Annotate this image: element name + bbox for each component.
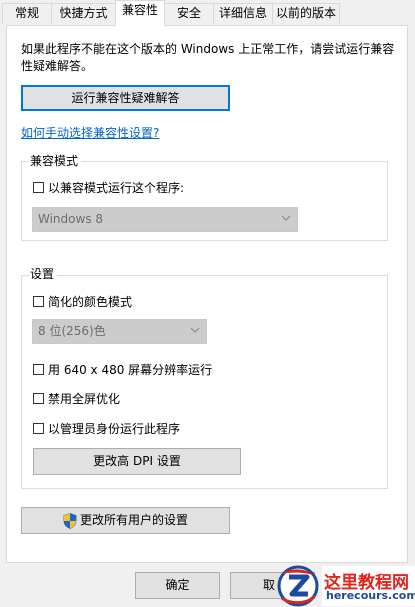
change-dpi-button[interactable]: 更改高 DPI 设置 [33, 448, 241, 475]
compat-mode-select[interactable]: Windows 8 [32, 207, 298, 232]
tab-general[interactable]: 常规 [2, 3, 52, 24]
res-640-label: 用 640 x 480 屏幕分辨率运行 [48, 363, 213, 377]
compat-mode-group-title: 兼容模式 [29, 154, 82, 169]
uac-shield-icon [63, 512, 77, 529]
run-as-admin-label: 以管理员身份运行此程序 [48, 422, 181, 436]
color-mode-select-value: 8 位(256)色 [38, 324, 106, 338]
reduced-color-checkbox-row[interactable]: 简化的颜色模式 [33, 293, 132, 310]
compat-mode-select-value: Windows 8 [38, 212, 104, 226]
compat-mode-checkbox[interactable] [33, 182, 44, 193]
tab-previous-versions[interactable]: 以前的版本 [272, 3, 340, 24]
reduced-color-checkbox[interactable] [33, 296, 44, 307]
tab-details[interactable]: 详细信息 [213, 3, 273, 24]
watermark-url: herecours.com [326, 589, 415, 602]
change-all-users-label: 更改所有用户的设置 [79, 513, 188, 527]
settings-group-title: 设置 [29, 267, 58, 282]
disable-fullscreen-checkbox-row[interactable]: 禁用全屏优化 [33, 390, 120, 407]
compat-mode-checkbox-row[interactable]: 以兼容模式运行这个程序: [33, 179, 184, 196]
site-watermark: 这里教程网 herecours.com [268, 562, 415, 607]
chevron-down-icon [190, 327, 200, 333]
tab-bar: 常规 快捷方式 兼容性 安全 详细信息 以前的版本 [0, 0, 415, 26]
disable-fullscreen-checkbox[interactable] [33, 393, 44, 404]
reduced-color-label: 简化的颜色模式 [48, 295, 133, 309]
tab-security[interactable]: 安全 [164, 3, 214, 24]
compatibility-description: 如果此程序不能在这个版本的 Windows 上正常工作，请尝试运行兼容性疑难解答… [21, 42, 395, 73]
tab-compatibility[interactable]: 兼容性 [115, 0, 165, 26]
chevron-down-icon [281, 215, 291, 221]
manual-settings-link[interactable]: 如何手动选择兼容性设置? [21, 124, 159, 141]
ok-button[interactable]: 确定 [135, 572, 220, 599]
run-as-admin-checkbox[interactable] [33, 423, 44, 434]
run-as-admin-checkbox-row[interactable]: 以管理员身份运行此程序 [33, 420, 180, 437]
color-mode-select[interactable]: 8 位(256)色 [32, 319, 207, 344]
res-640-checkbox[interactable] [33, 364, 44, 375]
properties-window: 常规 快捷方式 兼容性 安全 详细信息 以前的版本 如果此程序不能在这个版本的 … [0, 0, 415, 607]
res-640-checkbox-row[interactable]: 用 640 x 480 屏幕分辨率运行 [33, 361, 212, 378]
compat-mode-checkbox-label: 以兼容模式运行这个程序: [48, 181, 185, 195]
change-all-users-button[interactable]: 更改所有用户的设置 [21, 507, 230, 534]
disable-fullscreen-label: 禁用全屏优化 [48, 392, 121, 406]
tab-shortcut[interactable]: 快捷方式 [51, 3, 116, 24]
run-troubleshooter-button[interactable]: 运行兼容性疑难解答 [21, 85, 230, 111]
